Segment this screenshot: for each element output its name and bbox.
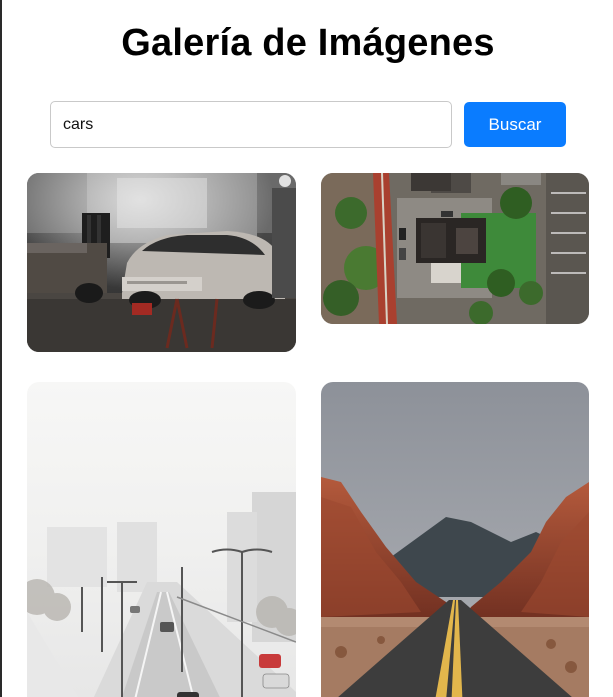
gallery-image-desert-road[interactable] xyxy=(321,382,589,697)
search-input[interactable] xyxy=(50,101,452,148)
snowy-highway-picture xyxy=(27,382,296,697)
aerial-house-picture xyxy=(321,173,589,324)
gallery-image-snowy-highway[interactable] xyxy=(27,382,296,697)
window-edge xyxy=(0,0,2,697)
desert-road-picture xyxy=(321,382,589,697)
page: Galería de Imágenes Buscar xyxy=(0,0,613,697)
page-title: Galería de Imágenes xyxy=(121,22,495,64)
garage-car-picture xyxy=(27,173,296,352)
gallery-image-garage-car[interactable] xyxy=(27,173,296,352)
search-button[interactable]: Buscar xyxy=(464,102,566,147)
gallery-image-aerial-house[interactable] xyxy=(321,173,589,324)
